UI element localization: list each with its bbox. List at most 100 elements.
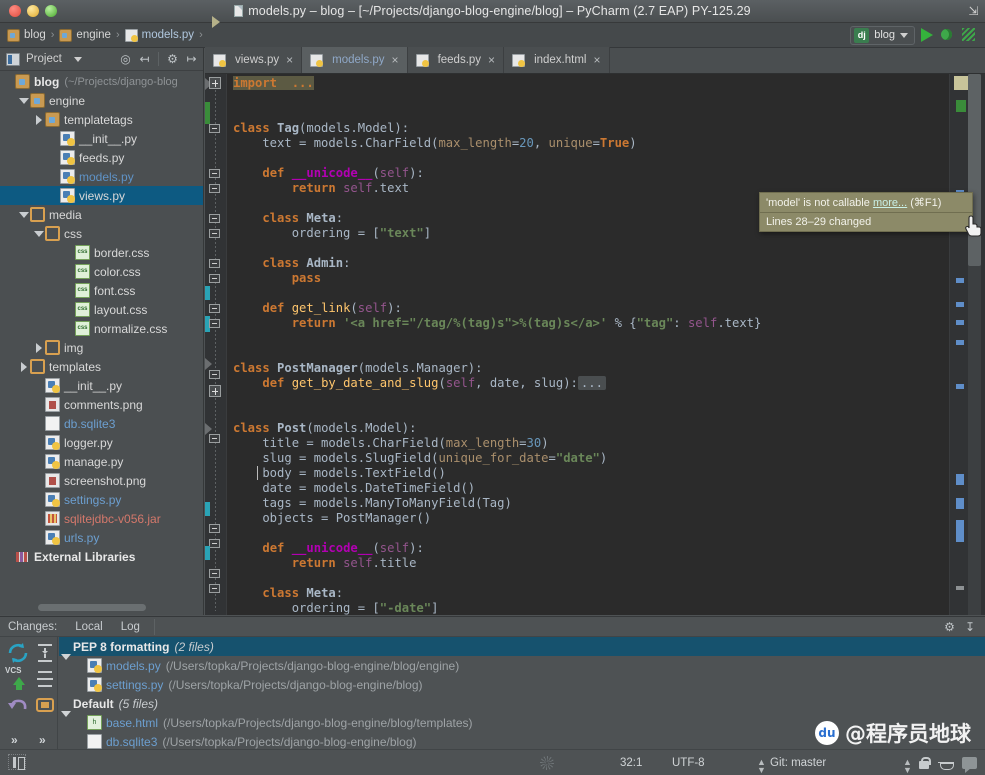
encoding-indicator[interactable]: UTF-8	[672, 757, 705, 769]
breadcrumb-blog[interactable]: blog ›	[7, 28, 59, 42]
marker-changed[interactable]	[956, 474, 964, 485]
toggle-tool-windows-button[interactable]	[8, 754, 26, 770]
target-icon[interactable]: ◎	[118, 52, 133, 67]
tree-item[interactable]: __init__.py	[0, 129, 203, 148]
tree-twisty-icon[interactable]	[32, 224, 45, 243]
tree-twisty-icon[interactable]	[32, 338, 45, 357]
changelist-group-row[interactable]: PEP 8 formatting (2 files)	[59, 637, 985, 660]
editor-tab[interactable]: index.html ×	[504, 47, 610, 73]
marker-warning[interactable]	[954, 76, 968, 90]
lock-icon[interactable]	[918, 756, 931, 770]
tree-item[interactable]: css border.css	[0, 243, 203, 262]
breadcrumb-engine[interactable]: engine ›	[59, 28, 124, 42]
marker-added[interactable]	[956, 100, 966, 112]
fold-collapse-icon[interactable]	[209, 524, 220, 533]
editor-tab[interactable]: feeds.py ×	[407, 47, 505, 73]
tree-item[interactable]: templates	[0, 357, 203, 376]
fold-collapse-icon[interactable]	[209, 259, 220, 268]
fold-collapse-icon[interactable]	[209, 370, 220, 379]
tree-twisty-icon[interactable]	[17, 205, 30, 224]
marker-changed[interactable]	[956, 320, 964, 325]
tree-item[interactable]: css color.css	[0, 262, 203, 281]
editor-tab[interactable]: models.py ×	[302, 47, 408, 73]
tree-horizontal-scrollbar[interactable]	[38, 604, 146, 611]
tree-item[interactable]: css font.css	[0, 281, 203, 300]
changelist-file-row[interactable]: settings.py (/Users/topka/Projects/django…	[59, 675, 985, 694]
fold-collapse-icon[interactable]	[209, 124, 220, 133]
marker-changed[interactable]	[956, 520, 964, 542]
gear-icon[interactable]: ⚙	[944, 620, 955, 634]
project-tree[interactable]: blog (~/Projects/django-blog engine templat…	[0, 72, 203, 599]
fold-collapse-icon[interactable]	[209, 229, 220, 238]
tree-item[interactable]: blog (~/Projects/django-blog	[0, 72, 203, 91]
chevron-down-icon[interactable]	[900, 32, 908, 38]
marker-changed[interactable]	[956, 384, 964, 389]
fold-collapse-icon[interactable]	[209, 434, 220, 443]
event-log-icon[interactable]	[962, 757, 977, 773]
tree-item[interactable]: css	[0, 224, 203, 243]
refresh-icon[interactable]	[6, 641, 30, 665]
hide-icon[interactable]: ↧	[965, 620, 975, 634]
tree-item[interactable]: feeds.py	[0, 148, 203, 167]
fold-collapse-icon[interactable]	[209, 169, 220, 178]
source-code[interactable]: import ... class Tag(models.Model): text…	[227, 74, 949, 615]
more-icon-2[interactable]: »	[39, 733, 46, 747]
inspections-icon[interactable]	[938, 756, 954, 770]
run-marker-icon[interactable]	[205, 358, 212, 370]
tree-item[interactable]: models.py	[0, 167, 203, 186]
close-icon[interactable]: ×	[392, 53, 399, 67]
editor-tab[interactable]: views.py ×	[205, 47, 303, 73]
change-marker-modified[interactable]	[205, 286, 210, 300]
changelist-group-row[interactable]: Default (5 files)	[59, 694, 985, 717]
tree-item[interactable]: media	[0, 205, 203, 224]
fold-expand-icon[interactable]	[209, 385, 221, 397]
vcs-up-icon[interactable]	[7, 671, 31, 695]
expand-all-icon[interactable]	[33, 641, 57, 665]
tree-item[interactable]: comments.png	[0, 395, 203, 414]
group-by-icon[interactable]	[33, 693, 57, 717]
tree-item[interactable]: screenshot.png	[0, 471, 203, 490]
fold-collapse-icon[interactable]	[209, 569, 220, 578]
tree-twisty-icon[interactable]	[32, 110, 45, 129]
tooltip-more-link[interactable]: more...	[873, 197, 907, 209]
fold-collapse-icon[interactable]	[209, 584, 220, 593]
fold-collapse-icon[interactable]	[209, 184, 220, 193]
close-icon[interactable]: ×	[488, 53, 495, 67]
collapse-all-icon[interactable]: ↤	[137, 52, 152, 67]
code-viewport[interactable]: import ... class Tag(models.Model): text…	[227, 74, 949, 615]
tree-item[interactable]: urls.py	[0, 528, 203, 547]
breadcrumb-models-py[interactable]: models.py ›	[124, 28, 208, 42]
tree-item[interactable]: css normalize.css	[0, 319, 203, 338]
gear-icon[interactable]: ⚙	[165, 52, 180, 67]
tree-item[interactable]: logger.py	[0, 433, 203, 452]
resize-handle-icon[interactable]: ⇲	[967, 5, 980, 18]
marker-changed[interactable]	[956, 340, 964, 345]
fold-collapse-icon[interactable]	[209, 304, 220, 313]
editor-scrollbar-thumb[interactable]	[968, 74, 981, 266]
close-icon[interactable]: ×	[593, 53, 600, 67]
tree-item[interactable]: External Libraries	[0, 547, 203, 566]
run-configuration-selector[interactable]: dj blog	[850, 25, 915, 45]
tree-item[interactable]: templatetags	[0, 110, 203, 129]
tree-item[interactable]: sqlitejdbc-v056.jar	[0, 509, 203, 528]
close-icon[interactable]: ×	[286, 53, 293, 67]
tree-item[interactable]: db.sqlite3	[0, 414, 203, 433]
change-marker-modified[interactable]	[205, 502, 210, 516]
rollback-icon[interactable]	[5, 695, 29, 719]
run-icon[interactable]	[921, 28, 933, 42]
fold-collapse-icon[interactable]	[209, 274, 220, 283]
chevron-down-icon[interactable]	[73, 56, 82, 62]
changelist-file-row[interactable]: models.py (/Users/topka/Projects/django-b…	[59, 656, 985, 675]
tree-item[interactable]: css layout.css	[0, 300, 203, 319]
tree-item[interactable]: engine	[0, 91, 203, 110]
tree-twisty-icon[interactable]	[17, 357, 30, 376]
more-icon[interactable]: »	[11, 733, 18, 747]
change-marker-modified[interactable]	[205, 546, 210, 560]
debug-icon[interactable]	[939, 27, 955, 43]
marker-changed[interactable]	[956, 278, 964, 283]
tree-item[interactable]: views.py	[0, 186, 203, 205]
collapse-all-icon[interactable]	[33, 667, 57, 691]
tree-item[interactable]: __init__.py	[0, 376, 203, 395]
tree-item[interactable]: img	[0, 338, 203, 357]
caret-position[interactable]: 32:1	[620, 757, 642, 769]
